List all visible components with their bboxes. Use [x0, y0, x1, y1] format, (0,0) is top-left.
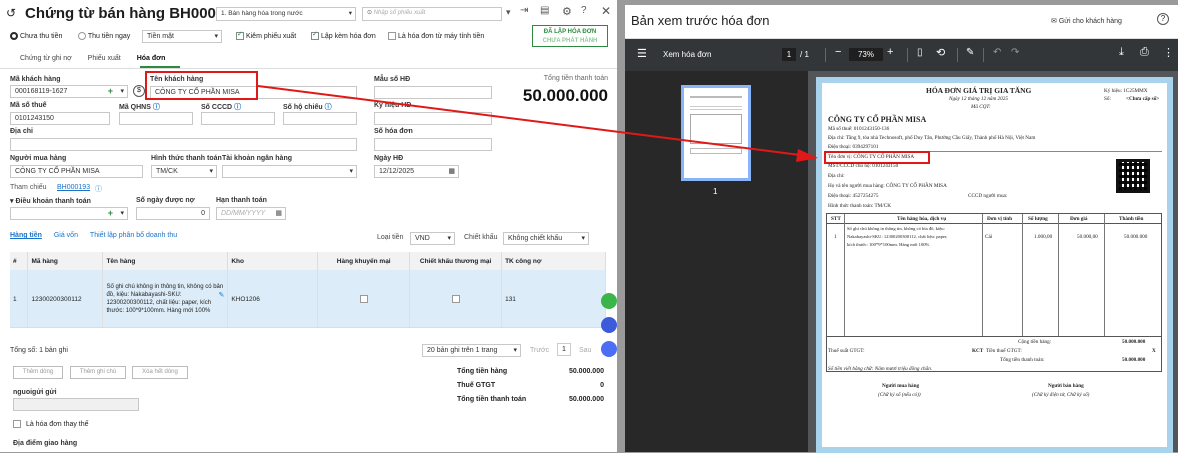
annotation-arrow	[257, 85, 818, 162]
